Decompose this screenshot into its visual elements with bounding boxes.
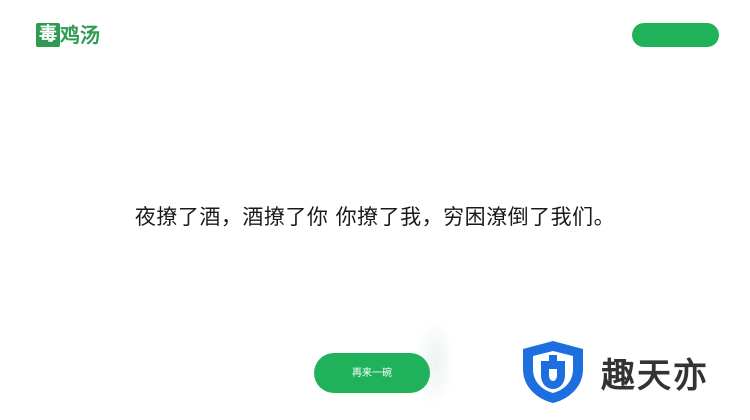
quote-text: 夜撩了酒，酒撩了你 你撩了我，穷困潦倒了我们。 (134, 205, 616, 229)
watermark-text: 趣天亦 (601, 355, 709, 396)
logo-mark: 毒 (36, 23, 60, 47)
another-bowl-button[interactable]: 再来一碗 (314, 353, 430, 393)
watermark: 趣天亦 (519, 332, 749, 412)
shield-icon (523, 341, 583, 403)
site-logo[interactable]: 毒 鸡汤 (36, 22, 100, 48)
logo-text: 鸡汤 (60, 23, 100, 47)
page: 毒 鸡汤 夜撩了酒，酒撩了你 你撩了我，穷困潦倒了我们。 再来一碗 趣天亦 (0, 0, 750, 420)
top-right-button[interactable] (632, 23, 719, 47)
